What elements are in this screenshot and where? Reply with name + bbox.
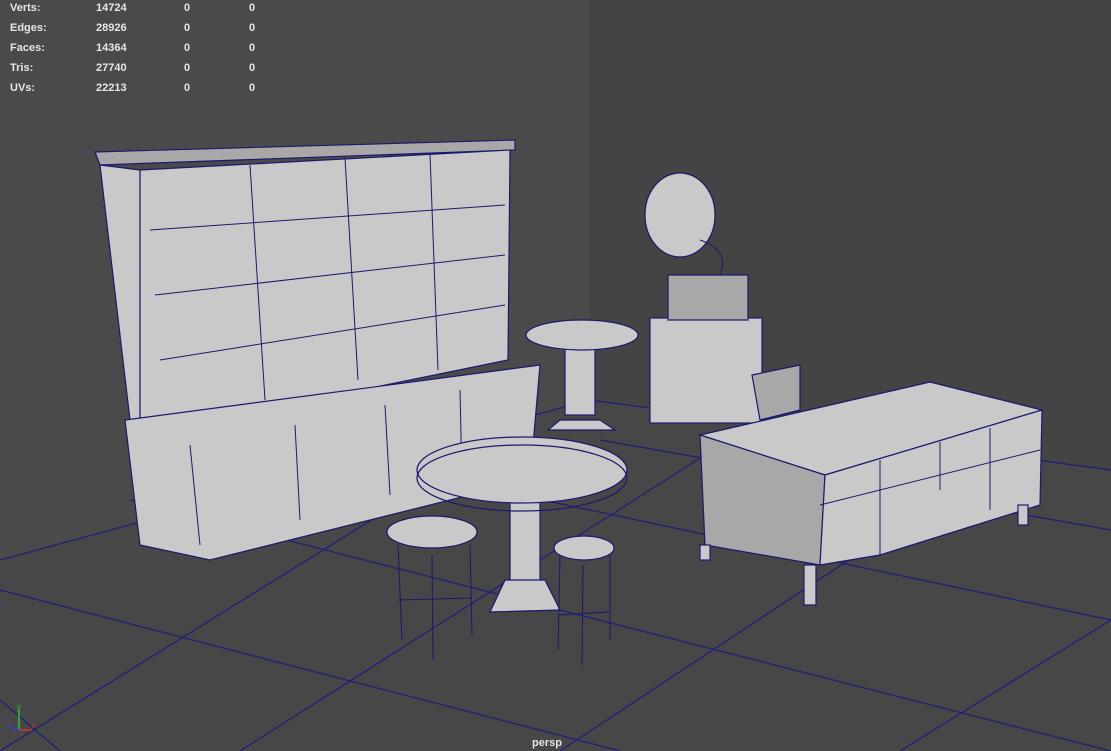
stat-selected: 0 xyxy=(184,62,191,74)
stat-row-verts: Verts: 14724 0 0 xyxy=(0,2,280,22)
stat-selected: 0 xyxy=(184,82,191,94)
stat-label: Edges: xyxy=(10,22,47,34)
stat-selected: 0 xyxy=(184,2,191,14)
stat-label: Verts: xyxy=(10,2,41,14)
stat-row-faces: Faces: 14364 0 0 xyxy=(0,42,280,62)
axis-y-label: y xyxy=(17,702,21,711)
stat-label: Tris: xyxy=(10,62,34,74)
stat-row-tris: Tris: 27740 0 0 xyxy=(0,62,280,82)
axis-z-label: z xyxy=(7,720,11,729)
stat-uv: 0 xyxy=(249,42,256,54)
stat-selected: 0 xyxy=(184,42,191,54)
3d-viewport[interactable] xyxy=(0,0,1111,751)
stat-value: 14364 xyxy=(96,42,127,54)
camera-name-label: persp xyxy=(532,737,562,749)
stat-selected: 0 xyxy=(184,22,191,34)
bar-stool-left[interactable] xyxy=(386,515,478,661)
stat-value: 27740 xyxy=(96,62,127,74)
stat-uv: 0 xyxy=(249,22,256,34)
stat-row-uvs: UVs: 22213 0 0 xyxy=(0,82,280,102)
stat-label: UVs: xyxy=(10,82,36,94)
stat-uv: 0 xyxy=(249,2,256,14)
stat-value: 14724 xyxy=(96,2,127,14)
stat-value: 22213 xyxy=(96,82,127,94)
bar-stool-right[interactable] xyxy=(553,535,615,666)
axis-gizmo: y x z xyxy=(7,702,35,731)
stat-row-edges: Edges: 28926 0 0 xyxy=(0,22,280,42)
stat-value: 28926 xyxy=(96,22,127,34)
stat-uv: 0 xyxy=(249,62,256,74)
stat-label: Faces: xyxy=(10,42,45,54)
stat-uv: 0 xyxy=(249,82,256,94)
axis-x-label: x xyxy=(31,721,35,730)
magazine-rack[interactable] xyxy=(751,364,801,421)
